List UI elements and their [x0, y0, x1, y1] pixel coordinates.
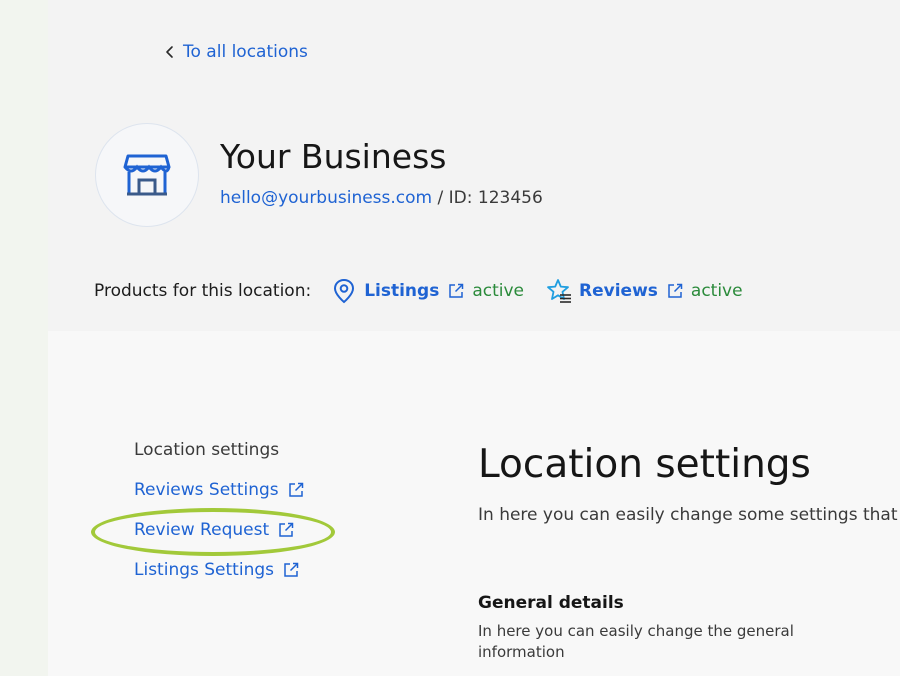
product-listings: Listings active [331, 278, 524, 304]
page-description: In here you can easily change some setti… [478, 505, 900, 525]
back-link-label: To all locations [183, 42, 308, 62]
products-label: Products for this location: [94, 281, 312, 301]
business-name: Your Business [220, 137, 447, 176]
sidebar-link-label: Listings Settings [134, 560, 274, 580]
left-strip [0, 0, 48, 676]
sidebar-title: Location settings [134, 440, 280, 460]
external-link-icon [284, 562, 299, 577]
products-row: Products for this location: Listings act… [94, 277, 765, 305]
external-link-icon[interactable] [666, 282, 684, 300]
sidebar-link-listings-settings[interactable]: Listings Settings [134, 560, 300, 580]
business-email-link[interactable]: hello@yourbusiness.com [220, 188, 432, 208]
business-avatar [95, 123, 199, 227]
product-reviews: Reviews active [546, 278, 743, 304]
reviews-status-badge: active [690, 281, 743, 301]
sidebar-link-label: Review Request [134, 520, 270, 540]
business-id: / ID: 123456 [432, 188, 543, 208]
external-link-icon[interactable] [447, 282, 465, 300]
page-title: Location settings [478, 442, 811, 487]
listings-product-link[interactable]: Listings [364, 281, 439, 301]
back-to-locations-link[interactable]: To all locations [162, 40, 308, 64]
sidebar-link-label: Reviews Settings [134, 480, 279, 500]
business-contact: hello@yourbusiness.com / ID: 123456 [220, 188, 543, 208]
external-link-icon [279, 522, 294, 537]
listings-status-badge: active [472, 281, 525, 301]
section-description: In here you can easily change the genera… [478, 622, 794, 661]
star-review-icon [547, 279, 572, 303]
storefront-icon [123, 154, 171, 196]
sidebar-link-reviews-settings[interactable]: Reviews Settings [134, 480, 305, 500]
sidebar-link-review-request[interactable]: Review Request [134, 520, 295, 540]
location-pin-icon [334, 278, 355, 304]
chevron-left-icon [166, 46, 173, 58]
reviews-product-link[interactable]: Reviews [579, 281, 658, 301]
external-link-icon [288, 482, 303, 497]
section-title-general-details: General details [478, 593, 624, 613]
